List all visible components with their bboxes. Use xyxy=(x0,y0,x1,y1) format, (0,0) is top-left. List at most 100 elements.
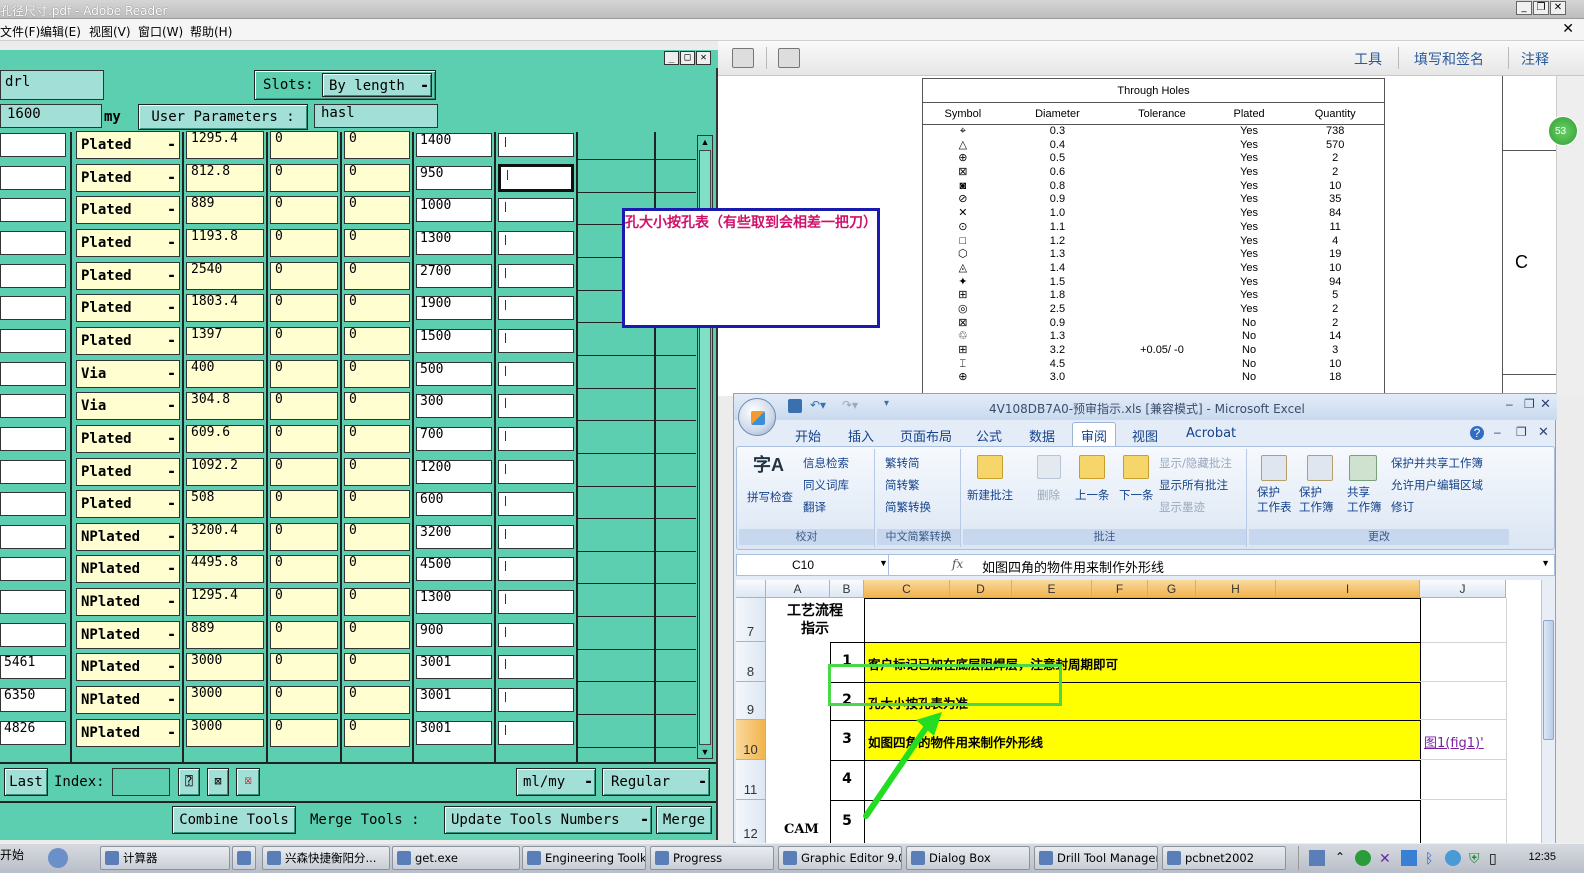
insert-function-icon[interactable]: fx xyxy=(952,557,963,571)
finish-size-field[interactable]: 3200.4 xyxy=(186,523,264,551)
row-header[interactable]: 10 xyxy=(736,720,766,760)
research-button[interactable]: 信息检索 xyxy=(803,455,849,471)
tool-size-field[interactable] xyxy=(0,264,66,288)
row-header[interactable]: 12 xyxy=(736,800,766,844)
tool-type-menu[interactable]: NPlated xyxy=(76,686,180,714)
column-header-e[interactable]: E xyxy=(1012,580,1092,598)
combine-tools-button[interactable]: Combine Tools xyxy=(172,806,296,834)
drill-size-field[interactable]: 500 xyxy=(416,362,492,386)
tolerance-minus-field[interactable]: 0 xyxy=(344,523,410,551)
share-workbook-button[interactable]: 共享 工作簿 xyxy=(1347,485,1382,515)
comment-field[interactable] xyxy=(498,655,574,679)
expand-icon[interactable] xyxy=(778,48,800,68)
row-header[interactable]: 11 xyxy=(736,760,766,800)
comment-field[interactable] xyxy=(498,492,574,516)
close-icon[interactable]: ✕ xyxy=(1538,424,1549,440)
finish-size-field[interactable]: 304.8 xyxy=(186,392,264,420)
slots-menu[interactable]: By length xyxy=(322,73,432,98)
cell-j[interactable] xyxy=(1420,760,1507,800)
tab-insert[interactable]: 插入 xyxy=(848,426,874,445)
tool-type-menu[interactable]: NPlated xyxy=(76,653,180,681)
column-header-a[interactable]: A xyxy=(766,580,830,598)
scroll-down-icon[interactable]: ▼ xyxy=(699,746,711,758)
tab-data[interactable]: 数据 xyxy=(1029,426,1055,445)
tool-type-menu[interactable]: Plated xyxy=(76,229,180,257)
column-header-h[interactable]: H xyxy=(1196,580,1276,598)
finish-size-field[interactable]: 1092.2 xyxy=(186,458,264,486)
delete-comment-button[interactable]: 删除 xyxy=(1037,487,1060,503)
figure-hyperlink[interactable]: 图1(fig1)' xyxy=(1424,732,1484,751)
tolerance-plus-field[interactable]: 0 xyxy=(270,686,338,714)
tool-type-menu[interactable]: NPlated xyxy=(76,523,180,551)
delete-icon[interactable]: ☒ xyxy=(236,768,260,796)
tab-review[interactable]: 审阅 xyxy=(1072,422,1117,448)
tool-type-menu[interactable]: Plated xyxy=(76,164,180,192)
maximize-icon[interactable]: □ xyxy=(680,51,695,65)
taskbar-item[interactable]: Drill Tool Manager xyxy=(1034,846,1158,870)
taskbar-item[interactable]: Progress xyxy=(650,846,774,870)
drill-size-field[interactable]: 700 xyxy=(416,427,492,451)
menu-file[interactable]: 文件(F) xyxy=(0,23,40,40)
tolerance-minus-field[interactable]: 0 xyxy=(344,588,410,616)
tool-size-field[interactable] xyxy=(0,427,66,451)
tolerance-minus-field[interactable]: 0 xyxy=(344,555,410,583)
tolerance-minus-field[interactable]: 0 xyxy=(344,392,410,420)
comment-link[interactable]: 注释 xyxy=(1521,49,1549,69)
comment-field[interactable] xyxy=(498,460,574,484)
tool-size-field[interactable] xyxy=(0,492,66,516)
menu-window[interactable]: 窗口(W) xyxy=(138,23,183,40)
worksheet-scrollbar[interactable] xyxy=(1541,580,1555,844)
finish-size-field[interactable]: 1295.4 xyxy=(186,131,264,159)
column-header-i[interactable]: I xyxy=(1276,580,1420,598)
drill-size-field[interactable]: 1200 xyxy=(416,460,492,484)
protect-share-button[interactable]: 保护并共享工作簿 xyxy=(1391,455,1483,471)
tool-type-menu[interactable]: NPlated xyxy=(76,588,180,616)
comment-field[interactable] xyxy=(498,590,574,614)
taskbar-item[interactable]: Graphic Editor 9.0... xyxy=(778,846,902,870)
column-header-j[interactable]: J xyxy=(1420,580,1506,598)
cell-j[interactable] xyxy=(1420,682,1507,720)
apply-icon[interactable]: ⊠ xyxy=(207,768,229,796)
comment-field[interactable] xyxy=(498,623,574,647)
finish-size-field[interactable]: 1803.4 xyxy=(186,294,264,322)
drill-size-field[interactable]: 3200 xyxy=(416,525,492,549)
tool-type-menu[interactable]: Plated xyxy=(76,458,180,486)
tool-type-menu[interactable]: Plated xyxy=(76,294,180,322)
new-comment-button[interactable]: 新建批注 xyxy=(967,487,1013,503)
tool-size-field[interactable] xyxy=(0,460,66,484)
restore-icon[interactable]: ❐ xyxy=(1524,397,1535,411)
tolerance-minus-field[interactable]: 0 xyxy=(344,327,410,355)
protect-sheet-button[interactable]: 保护 工作表 xyxy=(1257,485,1292,515)
tolerance-plus-field[interactable]: 0 xyxy=(270,425,338,453)
bluetooth-icon[interactable]: ᛒ xyxy=(1425,850,1433,866)
tolerance-minus-field[interactable]: 0 xyxy=(344,653,410,681)
show-hide-comment-button[interactable]: 显示/隐藏批注 xyxy=(1159,455,1232,471)
tools-link[interactable]: 工具 xyxy=(1354,49,1382,69)
minimize-icon[interactable]: _ xyxy=(1516,1,1532,15)
cell-j[interactable] xyxy=(1420,800,1507,844)
tool-size-field[interactable]: 5461 xyxy=(0,655,66,679)
tolerance-minus-field[interactable]: 0 xyxy=(344,164,410,192)
row-header[interactable]: 8 xyxy=(736,642,766,682)
drill-size-field[interactable]: 1900 xyxy=(416,296,492,320)
finish-field[interactable]: hasl xyxy=(314,104,438,128)
tab-formulas[interactable]: 公式 xyxy=(976,426,1002,445)
tool-size-field[interactable] xyxy=(0,133,66,157)
thesaurus-button[interactable]: 同义词库 xyxy=(803,477,849,493)
scroll-thumb[interactable] xyxy=(1543,620,1554,740)
row-header[interactable]: 7 xyxy=(736,598,766,642)
comment-field[interactable] xyxy=(498,296,574,320)
process-header-cell[interactable]: 工艺流程 指示 xyxy=(770,602,860,638)
tool-size-field[interactable] xyxy=(0,557,66,581)
tolerance-minus-field[interactable]: 0 xyxy=(344,131,410,159)
close-icon[interactable]: ✕ xyxy=(1550,1,1566,15)
minimize-icon[interactable]: – xyxy=(1506,397,1513,411)
select-all-corner[interactable] xyxy=(736,580,766,598)
previous-comment-button[interactable]: 上一条 xyxy=(1075,487,1110,503)
tool-type-menu[interactable]: Plated xyxy=(76,425,180,453)
show-ink-button[interactable]: 显示墨迹 xyxy=(1159,499,1205,515)
annotation-note[interactable]: 孔大小按孔表（有些取到会相差一把刀） xyxy=(622,208,880,328)
tool-size-field[interactable] xyxy=(0,231,66,255)
tool-size-field[interactable] xyxy=(0,394,66,418)
shield-icon[interactable]: ⛨ xyxy=(1469,850,1480,867)
